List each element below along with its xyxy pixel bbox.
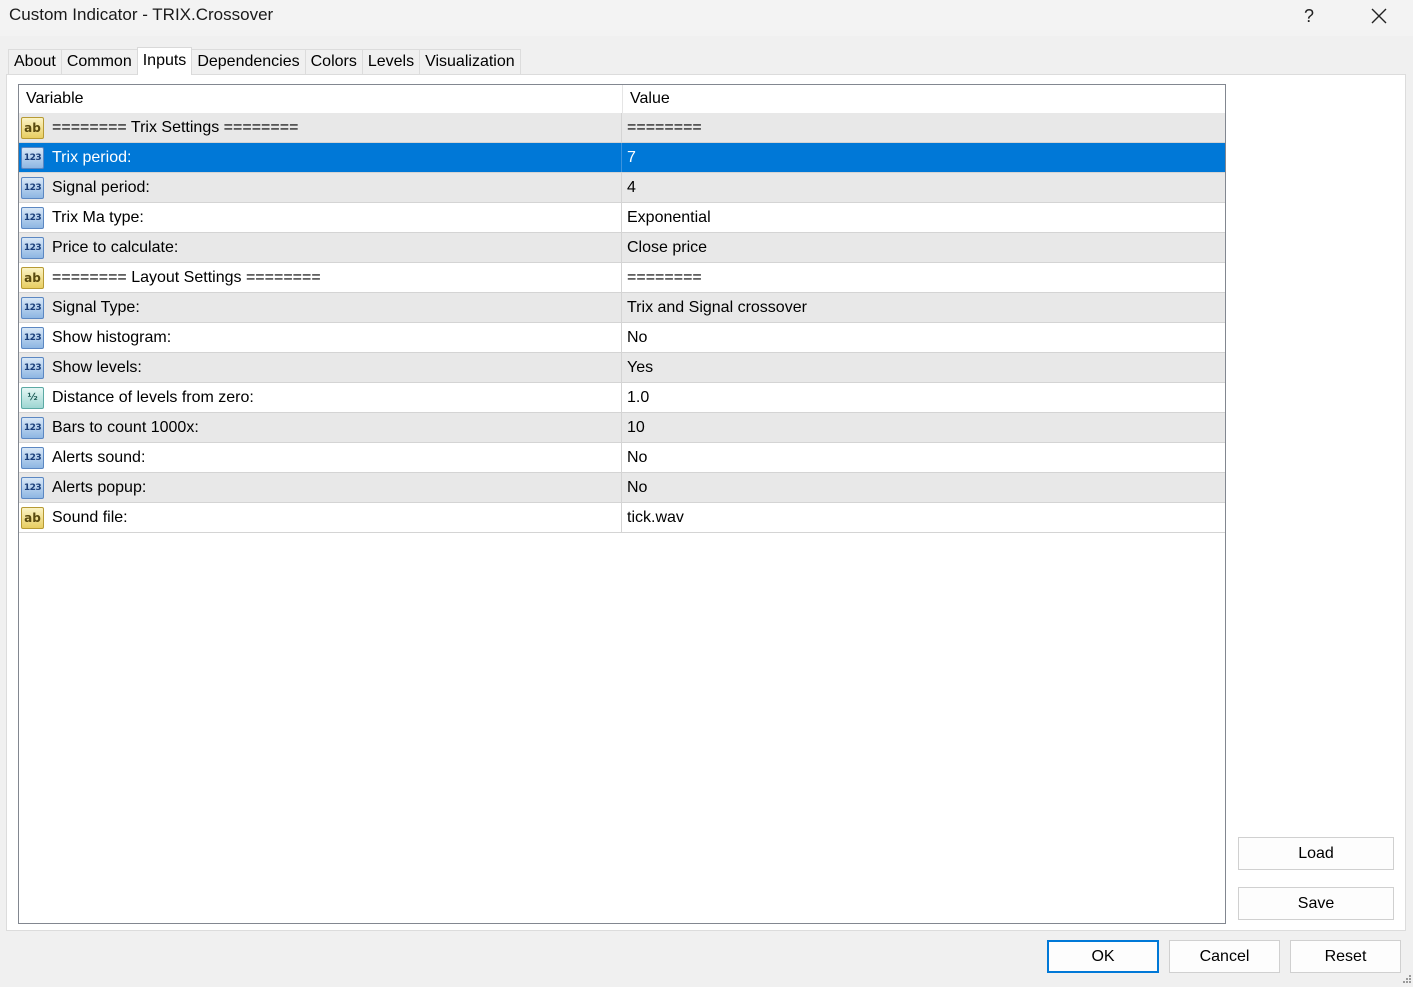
grid-rows: ab ======== Trix Settings ======== =======… [19,113,1225,533]
table-row[interactable]: 123 Alerts popup: No [19,473,1225,503]
variable-label: ======== Layout Settings ======== [52,268,321,286]
variable-label: Signal period: [52,178,150,196]
table-row[interactable]: 123 Show levels: Yes [19,353,1225,383]
ok-button[interactable]: OK [1047,940,1159,973]
table-row[interactable]: 123 Signal Type: Trix and Signal crossover [19,293,1225,323]
integer-icon: 123 [21,416,44,439]
table-row[interactable]: 123 Alerts sound: No [19,443,1225,473]
tab-visualization[interactable]: Visualization [419,49,521,74]
value-cell[interactable]: 7 [622,143,1225,172]
variable-cell[interactable]: ab ======== Trix Settings ======== [19,113,622,142]
window-title: Custom Indicator - TRIX.Crossover [9,5,274,24]
integer-icon: 123 [21,296,44,319]
save-button[interactable]: Save [1238,887,1394,920]
value-cell[interactable]: 4 [622,173,1225,202]
variable-label: Show levels: [52,358,142,376]
column-header-variable[interactable]: Variable [19,85,622,113]
variable-label: Signal Type: [52,298,140,316]
table-row[interactable]: 123 Price to calculate: Close price [19,233,1225,263]
variable-label: Trix period: [52,148,132,166]
variable-cell[interactable]: ab ======== Layout Settings ======== [19,263,622,292]
value-cell[interactable]: Exponential [622,203,1225,232]
tab-inputs[interactable]: Inputs [136,47,193,75]
table-row[interactable]: ab Sound file: tick.wav [19,503,1225,533]
variable-label: Price to calculate: [52,238,179,256]
inputs-grid[interactable]: Variable Value ab ======== Trix Settings … [18,84,1226,924]
resize-grip-icon[interactable] [1400,974,1412,986]
variable-label: Distance of levels from zero: [52,388,254,406]
tab-colors[interactable]: Colors [304,49,363,74]
value-cell[interactable]: ======== [622,263,1225,292]
integer-icon: 123 [21,356,44,379]
variable-cell[interactable]: 123 Signal Type: [19,293,622,322]
help-icon: ? [1303,5,1314,26]
string-icon: ab [21,116,44,139]
string-icon: ab [21,506,44,529]
variable-label: Show histogram: [52,328,172,346]
variable-cell[interactable]: 123 Trix period: [19,143,622,172]
value-cell[interactable]: No [622,443,1225,472]
integer-icon: 123 [21,206,44,229]
variable-label: Alerts popup: [52,478,147,496]
column-header-value[interactable]: Value [622,85,1225,113]
value-cell[interactable]: 1.0 [622,383,1225,412]
variable-cell[interactable]: 123 Alerts popup: [19,473,622,502]
variable-cell[interactable]: ab Sound file: [19,503,622,532]
variable-cell[interactable]: 123 Bars to count 1000x: [19,413,622,442]
variable-cell[interactable]: 123 Price to calculate: [19,233,622,262]
close-button[interactable] [1356,0,1402,32]
value-cell[interactable]: tick.wav [622,503,1225,532]
integer-icon: 123 [21,236,44,259]
integer-icon: 123 [21,146,44,169]
reset-button[interactable]: Reset [1290,940,1401,973]
table-row[interactable]: 123 Signal period: 4 [19,173,1225,203]
grid-header: Variable Value [19,85,1225,113]
variable-cell[interactable]: 123 Alerts sound: [19,443,622,472]
variable-label: Bars to count 1000x: [52,418,199,436]
integer-icon: 123 [21,326,44,349]
integer-icon: 123 [21,176,44,199]
value-cell[interactable]: No [622,323,1225,352]
variable-cell[interactable]: 123 Show levels: [19,353,622,382]
variable-label: Sound file: [52,508,128,526]
value-cell[interactable]: Yes [622,353,1225,382]
tab-levels[interactable]: Levels [361,49,421,74]
variable-cell[interactable]: 123 Trix Ma type: [19,203,622,232]
value-cell[interactable]: No [622,473,1225,502]
tab-about[interactable]: About [8,49,62,74]
cancel-button[interactable]: Cancel [1169,940,1280,973]
table-row[interactable]: 123 Trix period: 7 [19,143,1225,173]
close-icon [1371,8,1387,24]
value-cell[interactable]: Trix and Signal crossover [622,293,1225,322]
table-row[interactable]: 123 Show histogram: No [19,323,1225,353]
variable-cell[interactable]: ½ Distance of levels from zero: [19,383,622,412]
table-row[interactable]: ab ======== Layout Settings ======== =====… [19,263,1225,293]
load-button[interactable]: Load [1238,837,1394,870]
integer-icon: 123 [21,446,44,469]
value-cell[interactable]: Close price [622,233,1225,262]
tab-common[interactable]: Common [60,49,138,74]
variable-cell[interactable]: 123 Signal period: [19,173,622,202]
double-icon: ½ [21,386,44,409]
value-cell[interactable]: 10 [622,413,1225,442]
title-bar: Custom Indicator - TRIX.Crossover ? [0,0,1413,36]
variable-cell[interactable]: 123 Show histogram: [19,323,622,352]
table-row[interactable]: ½ Distance of levels from zero: 1.0 [19,383,1225,413]
table-row[interactable]: 123 Bars to count 1000x: 10 [19,413,1225,443]
string-icon: ab [21,266,44,289]
variable-label: Trix Ma type: [52,208,144,226]
help-button[interactable]: ? [1286,0,1332,32]
tab-dependencies[interactable]: Dependencies [191,49,306,74]
value-cell[interactable]: ======== [622,113,1225,142]
tab-bar: About Common Inputs Dependencies Colors … [8,47,521,75]
variable-label: Alerts sound: [52,448,146,466]
table-row[interactable]: ab ======== Trix Settings ======== =======… [19,113,1225,143]
variable-label: ======== Trix Settings ======== [52,118,299,136]
table-row[interactable]: 123 Trix Ma type: Exponential [19,203,1225,233]
integer-icon: 123 [21,476,44,499]
